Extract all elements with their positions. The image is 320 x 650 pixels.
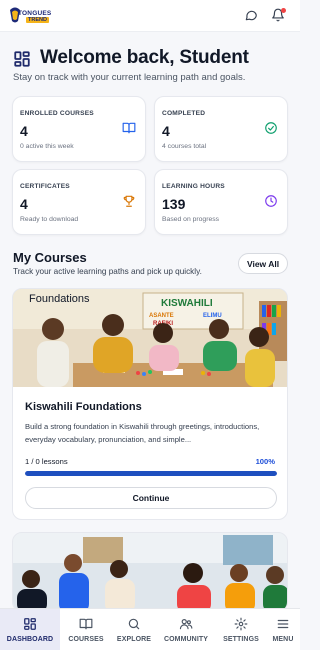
nav-label: SETTINGS [223, 636, 259, 643]
brand-logo[interactable]: TONGUES TREND [8, 4, 54, 28]
view-all-button[interactable]: View All [238, 253, 288, 274]
course-description: Build a strong foundation in Kiswahili t… [25, 422, 260, 444]
stat-note: Ready to download [20, 216, 79, 223]
board-word: ASANTE [149, 313, 174, 319]
stat-value: 139 [162, 196, 186, 212]
nav-label: COMMUNITY [163, 636, 209, 643]
stat-note: 0 active this week [20, 143, 74, 150]
course-banner-image[interactable]: KISWAHILI ASANTE ELIMU RAFIKI Foundation… [13, 289, 288, 387]
nav-item-explore[interactable]: EXPLORE [112, 609, 156, 650]
course-card[interactable]: KISWAHILI ASANTE ELIMU RAFIKI Foundation… [12, 288, 288, 520]
check-circle-icon [265, 122, 277, 134]
nav-label: COURSES [68, 636, 104, 643]
stat-note: 4 courses total [162, 143, 207, 150]
dashboard-icon [24, 618, 36, 630]
stat-label: ENROLLED COURSES [20, 110, 94, 117]
search-icon [128, 618, 140, 630]
page-subtitle: Stay on track with your current learning… [13, 72, 246, 83]
nav-item-community[interactable]: COMMUNITY [156, 609, 216, 650]
stat-value: 4 [20, 196, 28, 212]
stat-value: 4 [162, 123, 170, 139]
course-title[interactable]: Kiswahili Foundations [25, 401, 142, 413]
nav-item-settings[interactable]: SETTINGS [216, 609, 266, 650]
users-icon [179, 619, 193, 630]
trophy-icon [123, 195, 135, 207]
menu-icon [277, 619, 289, 629]
stat-note: Based on progress [162, 216, 220, 223]
course-banner-image[interactable] [13, 533, 288, 612]
nav-label: EXPLORE [116, 636, 152, 643]
dashboard-grid-icon [14, 51, 30, 67]
chat-icon[interactable] [244, 8, 258, 22]
board-title: KISWAHILI [161, 298, 213, 309]
bottom-navigation: DASHBOARD COURSES EXPLORE COMMUNITY SETT… [0, 608, 300, 650]
clock-icon [265, 195, 277, 207]
nav-item-menu[interactable]: MENU [266, 609, 300, 650]
progress-fill [25, 471, 277, 476]
top-bar: TONGUES TREND [0, 0, 300, 32]
stat-label: LEARNING HOURS [162, 183, 225, 190]
nav-item-dashboard[interactable]: DASHBOARD [0, 609, 60, 650]
logo-text-primary: TONGUES [18, 10, 52, 17]
nav-item-courses[interactable]: COURSES [60, 609, 112, 650]
notification-badge [281, 8, 286, 13]
stat-value: 4 [20, 123, 28, 139]
stat-card-completed[interactable]: COMPLETED 4 4 courses total [154, 96, 288, 162]
nav-label: DASHBOARD [6, 636, 54, 643]
stat-card-enrolled-courses[interactable]: ENROLLED COURSES 4 0 active this week [12, 96, 146, 162]
continue-button[interactable]: Continue [25, 487, 277, 509]
gear-icon [234, 617, 248, 631]
section-subtitle: Track your active learning paths and pic… [13, 267, 202, 276]
course-card[interactable] [12, 532, 288, 612]
section-title: My Courses [13, 250, 87, 265]
progress-percent: 100% [255, 457, 275, 466]
page-title: Welcome back, Student [40, 47, 249, 68]
stat-label: COMPLETED [162, 110, 206, 117]
book-icon [79, 618, 93, 630]
stat-card-learning-hours[interactable]: LEARNING HOURS 139 Based on progress [154, 169, 288, 235]
stat-label: CERTIFICATES [20, 183, 70, 190]
banner-label: Foundations [29, 293, 90, 305]
lesson-count: 1 / 0 lessons [25, 457, 68, 466]
board-word: ELIMU [203, 313, 222, 319]
nav-label: MENU [272, 636, 294, 643]
book-open-icon [122, 122, 136, 134]
progress-bar [25, 471, 277, 476]
stat-card-certificates[interactable]: CERTIFICATES 4 Ready to download [12, 169, 146, 235]
logo-text-secondary: TREND [26, 17, 49, 23]
